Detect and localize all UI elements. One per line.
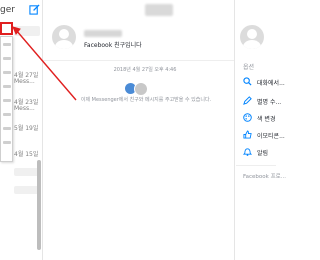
friend-status-label: Facebook 친구입니다 xyxy=(84,42,142,49)
conversation-timestamp: 2018년 4월 27일 오후 4:46 xyxy=(113,67,177,73)
bell-icon xyxy=(243,148,252,156)
menu-item[interactable] xyxy=(3,113,11,116)
thumbs-up-icon xyxy=(243,130,252,139)
contact-name-blurred xyxy=(84,30,122,37)
list-item-preview: Mess... xyxy=(14,78,35,85)
compose-icon[interactable] xyxy=(29,4,40,15)
menu-item[interactable] xyxy=(3,127,11,130)
avatar[interactable] xyxy=(52,25,76,49)
list-item[interactable] xyxy=(14,26,40,36)
option-label: 이모티콘... xyxy=(257,133,285,140)
menu-item[interactable] xyxy=(3,141,11,144)
divider xyxy=(236,165,276,166)
option-label: 색 변경 xyxy=(257,116,276,123)
list-item-date: 5월 19일 xyxy=(14,125,39,132)
pencil-icon xyxy=(243,96,252,105)
search-icon xyxy=(243,77,252,86)
menu-item[interactable] xyxy=(3,71,11,74)
option-label: 별명 수... xyxy=(257,99,282,106)
option-edit-nicknames[interactable]: 별명 수... xyxy=(243,95,281,107)
option-label: 알림 xyxy=(257,150,269,157)
app-title: ger xyxy=(0,5,15,15)
menu-item[interactable] xyxy=(3,99,11,102)
scrollbar[interactable] xyxy=(37,160,41,250)
palette-icon xyxy=(243,113,252,122)
option-notifications[interactable]: 알림 xyxy=(243,146,276,158)
menu-item[interactable] xyxy=(3,43,11,46)
option-emoji[interactable]: 이모티콘... xyxy=(243,129,285,141)
settings-dropdown-menu xyxy=(0,36,13,162)
avatar[interactable] xyxy=(240,25,264,49)
option-label: 대화에서... xyxy=(257,80,285,87)
contact-name-blurred xyxy=(145,4,173,16)
connect-message: 이제 Messenger에서 친구와 메시지를 주고받을 수 있습니다. xyxy=(80,97,212,103)
settings-button-highlight[interactable] xyxy=(0,22,13,35)
list-item-preview: Mess... xyxy=(14,105,35,112)
facebook-profile-link[interactable]: Facebook 프로... xyxy=(243,172,286,180)
wave-avatars xyxy=(125,78,148,96)
option-search-conversation[interactable]: 대화에서... xyxy=(243,76,285,88)
option-change-color[interactable]: 색 변경 xyxy=(243,112,276,124)
menu-item[interactable] xyxy=(3,57,11,60)
list-item-date: 4월 15일 xyxy=(14,151,39,158)
options-heading: 옵션 xyxy=(243,64,255,71)
menu-item[interactable] xyxy=(3,85,11,88)
